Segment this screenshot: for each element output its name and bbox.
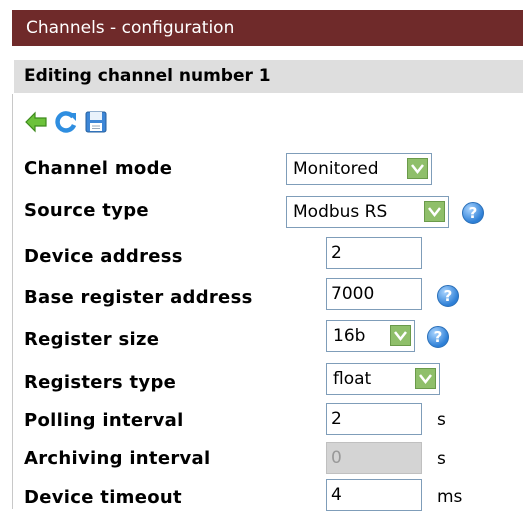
source-type-select[interactable]: Modbus RS [286,196,449,228]
device-address-label: Device address [24,246,183,267]
device-timeout-input[interactable]: 4 [326,479,422,511]
left-border [12,94,13,509]
registers-type-value: float [333,369,372,389]
help-icon[interactable]: ? [437,285,459,307]
chevron-down-icon[interactable] [407,158,428,179]
chevron-down-icon[interactable] [415,368,436,389]
register-size-select[interactable]: 16b [326,320,415,352]
polling-interval-label: Polling interval [24,410,184,431]
register-size-value: 16b [333,326,366,346]
base-register-address-label: Base register address [24,287,253,308]
archiving-interval-label: Archiving interval [24,448,211,469]
device-timeout-label: Device timeout [24,487,182,508]
archiving-interval-unit: s [437,449,446,469]
arrow-left-icon[interactable] [24,110,48,134]
channel-mode-label: Channel mode [24,158,173,179]
device-address-input[interactable]: 2 [326,237,422,269]
archiving-interval-input: 0 [326,442,422,474]
base-register-address-input[interactable]: 7000 [326,278,422,310]
save-icon[interactable] [84,110,108,134]
channel-mode-select[interactable]: Monitored [286,153,432,185]
refresh-icon[interactable] [54,110,78,134]
register-size-label: Register size [24,329,160,350]
help-icon[interactable]: ? [427,326,449,348]
registers-type-select[interactable]: float [326,363,440,395]
polling-interval-input[interactable]: 2 [326,403,422,435]
registers-type-label: Registers type [24,372,177,393]
source-type-value: Modbus RS [293,202,388,222]
device-timeout-unit: ms [437,487,463,507]
section-title: Editing channel number 1 [14,60,523,93]
source-type-label: Source type [24,200,149,221]
channel-mode-value: Monitored [293,159,379,179]
chevron-down-icon[interactable] [424,201,445,222]
chevron-down-icon[interactable] [390,325,411,346]
polling-interval-unit: s [437,410,446,430]
help-icon[interactable]: ? [462,202,484,224]
page-title: Channels - configuration [12,10,523,46]
